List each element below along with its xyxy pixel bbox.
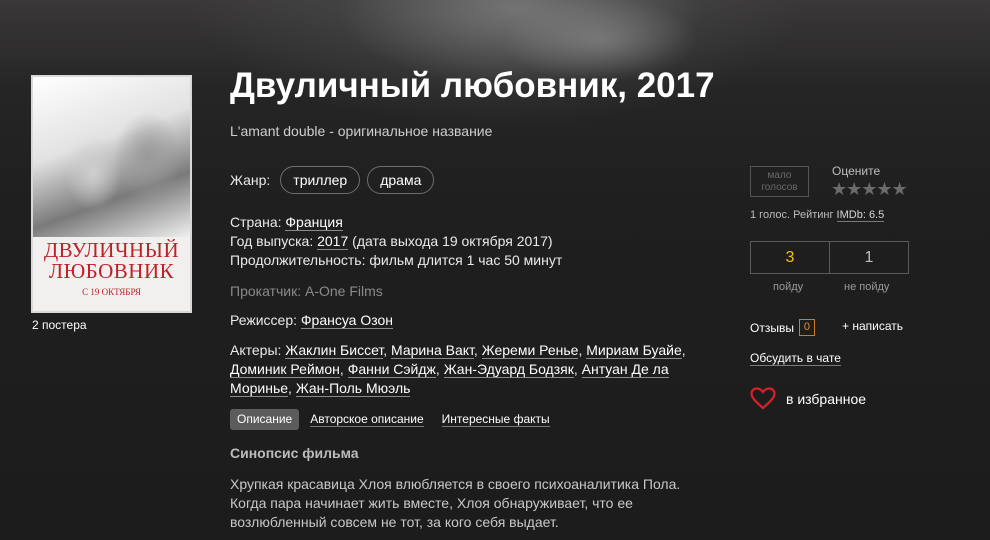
synopsis-title: Синопсис фильма [230, 445, 359, 461]
actor-link[interactable]: Марина Вакт [391, 342, 474, 359]
actors-label: Актеры: [230, 342, 282, 358]
director-label: Режиссер: [230, 312, 297, 328]
poster-title-line2: ЛЮБОВНИК [48, 259, 175, 283]
votes-count-text: 1 голос. Рейтинг [750, 209, 837, 221]
imdb-rating-link[interactable]: IMDb: 6.5 [836, 209, 885, 222]
few-votes-line2: голосов [761, 182, 798, 193]
actor-link[interactable]: Мириам Буайе [586, 342, 682, 359]
votes-summary: 1 голос. Рейтинг IMDb: 6.5 [750, 209, 885, 222]
actor-link[interactable]: Доминик Реймон [230, 361, 340, 378]
actors-row: Актеры: Жаклин Биссет, Марина Вакт, Жере… [230, 342, 686, 397]
tab-interesting-facts[interactable]: Интересные факты [435, 409, 557, 430]
few-votes-badge: мало голосов [750, 166, 809, 197]
year-label: Год выпуска: [230, 233, 314, 249]
country-row: Страна: Франция [230, 213, 562, 232]
movie-title: Двуличный любовник, 2017 [230, 66, 715, 105]
poster-title: ДВУЛИЧНЫЙ ЛЮБОВНИК [33, 240, 190, 282]
tab-description[interactable]: Описание [230, 409, 300, 430]
actor-link[interactable]: Жан-Эдуард Бодзяк [443, 361, 574, 378]
genre-chip[interactable]: триллер [280, 166, 361, 194]
poster-date: С 19 ОКТЯБРЯ [82, 287, 141, 297]
reviews-count-badge: 0 [798, 319, 815, 336]
genre-label: Жанр: [230, 172, 271, 188]
duration-label: Продолжительность: [230, 252, 366, 268]
poster-title-line1: ДВУЛИЧНЫЙ [43, 238, 180, 262]
director-link[interactable]: Франсуа Озон [300, 312, 394, 329]
actor-link[interactable]: Жаклин Биссет [285, 342, 384, 359]
year-row: Год выпуска: 2017 (дата выхода 19 октябр… [230, 232, 562, 251]
will-go-button[interactable]: 3 [751, 242, 830, 273]
will-go-label: пойду [773, 281, 804, 293]
reviews-link[interactable]: Отзывы 0 [750, 319, 815, 336]
attendance-vote: 3 1 [750, 241, 909, 274]
country-link[interactable]: Франция [285, 214, 343, 231]
heart-icon [750, 387, 776, 410]
reviews-label: Отзывы [750, 320, 794, 335]
genre-chip[interactable]: драма [367, 166, 435, 194]
year-link[interactable]: 2017 [317, 233, 349, 250]
poster-photo [33, 77, 190, 237]
favorite-label: в избранное [786, 390, 867, 407]
rate-label: Оцените [832, 164, 881, 178]
description-tabs: Описание Авторское описание Интересные ф… [230, 409, 561, 430]
duration-value: фильм длится 1 час 50 минут [369, 252, 563, 268]
tab-author-description-label: Авторское описание [310, 412, 424, 427]
actor-link[interactable]: Жереми Ренье [481, 342, 579, 359]
wont-go-label: не пойду [844, 281, 890, 293]
movie-poster[interactable]: ДВУЛИЧНЫЙ ЛЮБОВНИК С 19 ОКТЯБРЯ [31, 75, 192, 313]
genre-row: Жанр: триллер драма [230, 166, 441, 194]
tab-author-description[interactable]: Авторское описание [303, 409, 430, 430]
country-label: Страна: [230, 214, 282, 230]
release-date-note: (дата выхода 19 октября 2017) [352, 233, 553, 249]
distributor: Прокатчик: A-One Films [230, 283, 383, 299]
few-votes-line1: мало [767, 170, 792, 181]
discuss-in-chat-link[interactable]: Обсудить в чате [750, 351, 841, 366]
movie-details: Страна: Франция Год выпуска: 2017 (дата … [230, 213, 562, 270]
synopsis-text: Хрупкая красавица Хлоя влюбляется в свое… [230, 476, 681, 530]
duration-row: Продолжительность: фильм длится 1 час 50… [230, 251, 562, 270]
write-review-button[interactable]: + написать [842, 319, 903, 333]
original-title: L'amant double - оригинальное название [230, 123, 493, 139]
actor-link[interactable]: Жан-Поль Мюэль [295, 380, 411, 397]
poster-count-link[interactable]: 2 постера [32, 318, 87, 332]
wont-go-button[interactable]: 1 [830, 242, 908, 273]
add-to-favorites-button[interactable]: в избранное [750, 387, 866, 410]
tab-interesting-facts-label: Интересные факты [441, 412, 550, 427]
actor-link[interactable]: Фанни Сэйдж [347, 361, 436, 378]
director-row: Режиссер: Франсуа Озон [230, 311, 394, 330]
star-rating-input[interactable]: ★★★★★ [831, 179, 908, 200]
